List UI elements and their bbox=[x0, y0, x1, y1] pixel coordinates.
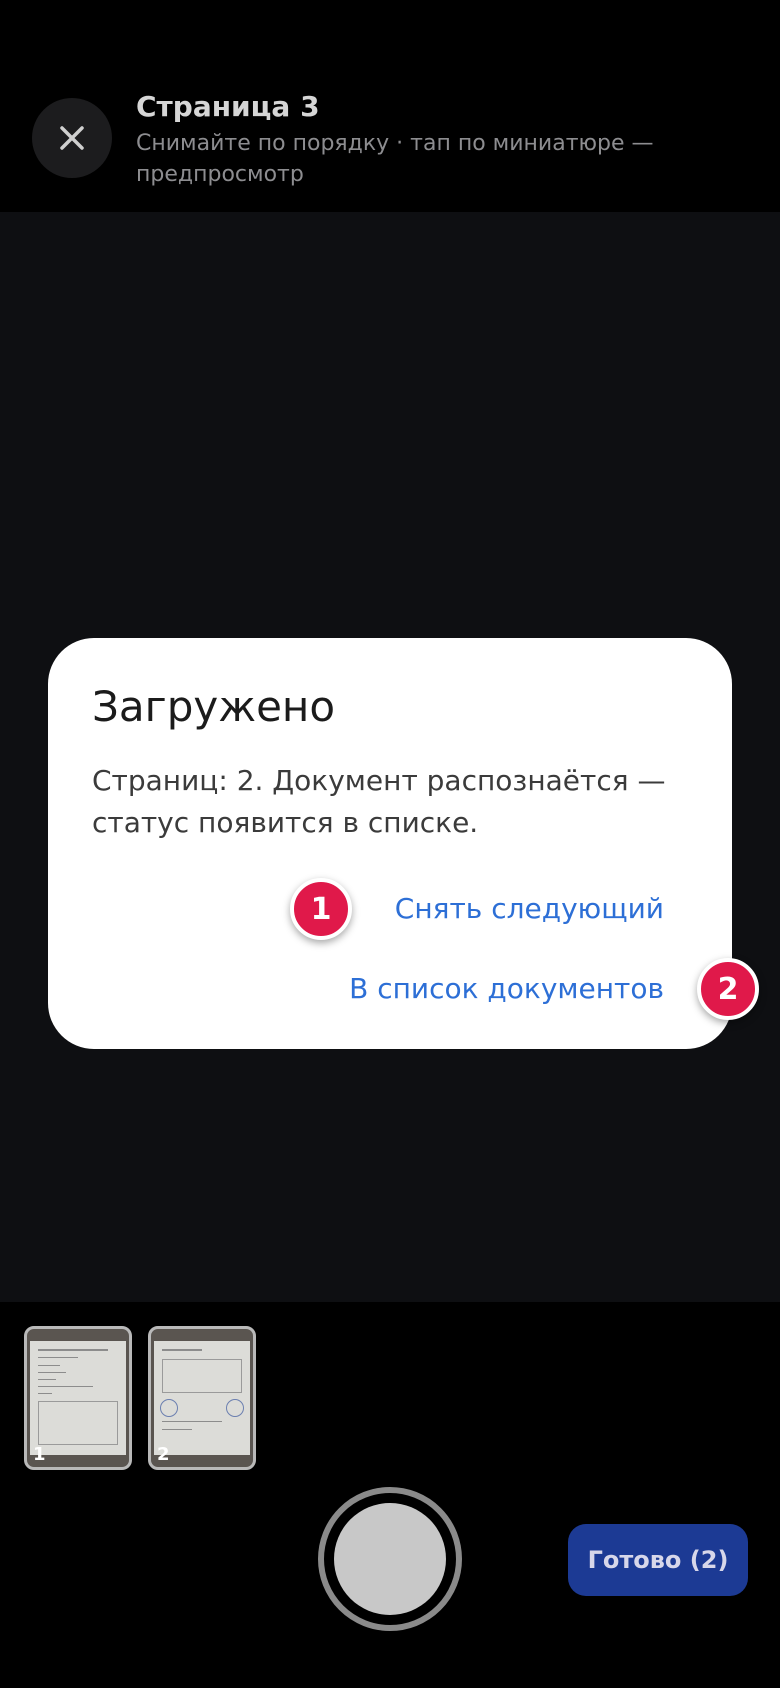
step-badge-2: 2 bbox=[697, 958, 759, 1020]
document-preview bbox=[154, 1341, 250, 1455]
shutter-button[interactable] bbox=[318, 1487, 462, 1631]
close-icon bbox=[60, 126, 84, 150]
done-button[interactable]: Готово (2) bbox=[568, 1524, 748, 1596]
thumbnail-number: 2 bbox=[157, 1444, 170, 1465]
thumbnail-number: 1 bbox=[33, 1444, 46, 1465]
capture-next-button[interactable]: Снять следующий bbox=[395, 892, 664, 925]
page-thumbnail-2[interactable]: 2 bbox=[148, 1326, 256, 1470]
shutter-inner bbox=[334, 1503, 446, 1615]
close-button[interactable] bbox=[32, 98, 112, 178]
dialog-title: Загружено bbox=[92, 682, 336, 731]
step-badge-1: 1 bbox=[290, 878, 352, 940]
page-title: Страница 3 bbox=[136, 90, 320, 123]
go-to-documents-button[interactable]: В список документов bbox=[349, 972, 664, 1005]
page-subtitle: Снимайте по порядку · тап по миниатюре —… bbox=[136, 131, 654, 187]
top-bar: Страница 3 Снимайте по порядку · тап по … bbox=[0, 0, 780, 212]
dialog-message: Страниц: 2. Документ распознаётся — стат… bbox=[92, 764, 666, 839]
document-preview bbox=[30, 1341, 126, 1455]
page-thumbnail-1[interactable]: 1 bbox=[24, 1326, 132, 1470]
upload-dialog: Загружено Страниц: 2. Документ распознаё… bbox=[48, 638, 732, 1049]
